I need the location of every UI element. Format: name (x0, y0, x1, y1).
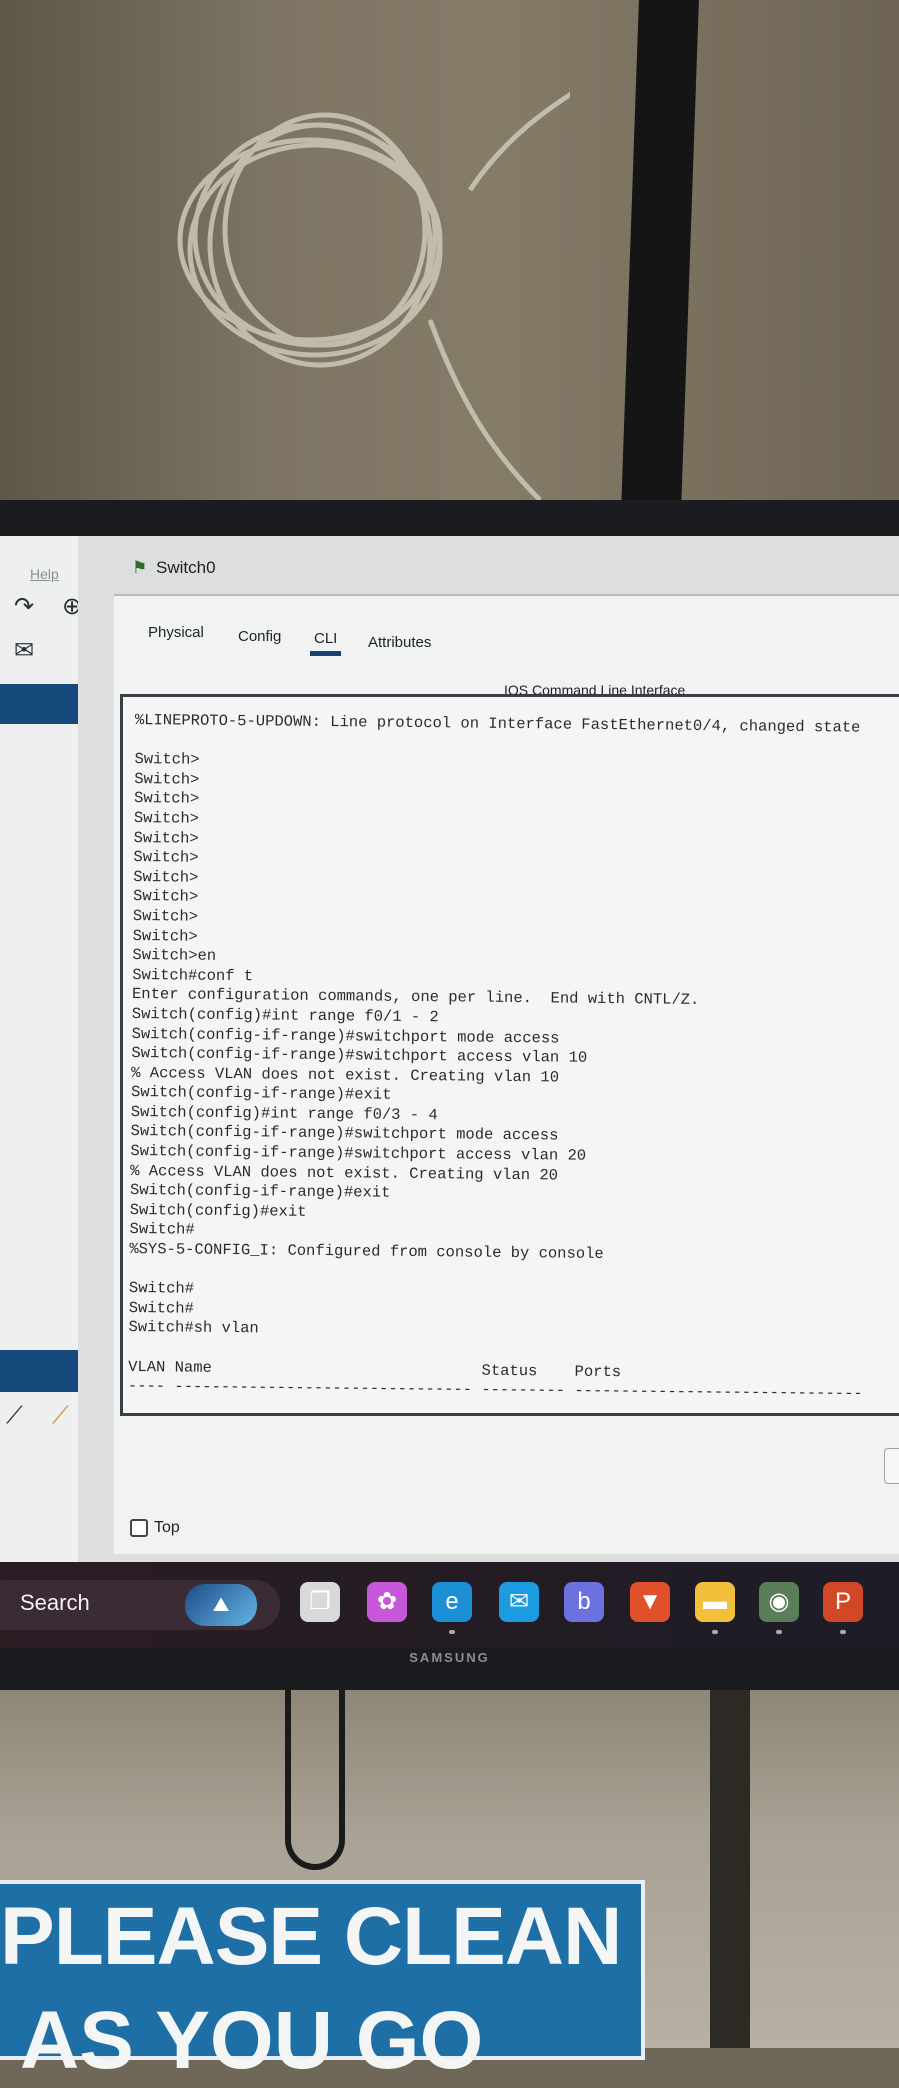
wall-background (0, 0, 899, 510)
taskbar-app-brave[interactable]: ▼ (630, 1582, 670, 1622)
running-indicator (840, 1630, 846, 1634)
bing-icon: b (577, 1588, 591, 1615)
sign-line-2: AS YOU GO (20, 1995, 484, 2086)
file-explorer-icon: ▬ (703, 1588, 727, 1615)
tab-physical[interactable]: Physical (148, 624, 204, 641)
monitor-brand: SAMSUNG (409, 1650, 490, 1665)
copilot-icon: ✿ (376, 1588, 398, 1615)
open-envelope-icon[interactable]: ✉ (14, 636, 34, 665)
search-label: Search (20, 1590, 90, 1615)
monitor-screen: Help ↷ ⊕ ✉ ⟋ ⟋ ⚑ Switch0 Physical Config… (0, 536, 899, 1564)
top-checkbox[interactable]: Top (130, 1518, 180, 1538)
switch-icon: ⚑ (132, 558, 148, 577)
black-cable (621, 0, 699, 510)
running-indicator (449, 1630, 455, 1634)
tab-config[interactable]: Config (238, 628, 281, 645)
taskbar-app-copilot[interactable]: ✿ (367, 1582, 407, 1622)
packet-tracer-icon: ◉ (768, 1588, 790, 1615)
menu-help[interactable]: Help (30, 566, 59, 582)
dialog-body: Physical Config CLI Attributes IOS Comma… (114, 594, 899, 1554)
task-view-icon: ❐ (309, 1588, 331, 1615)
taskbar-app-mail[interactable]: ✉ (499, 1582, 539, 1622)
search-highlight-icon: ⛰ (185, 1584, 257, 1626)
switch0-dialog: ⚑ Switch0 Physical Config CLI Attributes… (78, 536, 899, 1564)
taskbar-search[interactable]: Search ⛰ (0, 1580, 280, 1630)
connection-icon[interactable]: ⟋ (6, 1402, 23, 1430)
running-indicator (776, 1630, 782, 1634)
dialog-title: Switch0 (156, 558, 216, 577)
taskbar-app-powerpoint[interactable]: P (823, 1582, 863, 1634)
running-indicator (712, 1630, 718, 1634)
hanging-cable (285, 1690, 345, 1870)
powerpoint-icon: P (834, 1588, 851, 1615)
top-checkbox-label: Top (154, 1519, 180, 1536)
coiled-cable (177, 91, 570, 502)
edge-icon: e (445, 1588, 459, 1615)
copy-button[interactable]: Co (884, 1448, 899, 1484)
redo-icon[interactable]: ↷ (14, 592, 34, 621)
tab-cli[interactable]: CLI (309, 630, 342, 656)
taskbar-app-edge[interactable]: e (432, 1582, 472, 1634)
taskbar: Search ⛰ ❐ ✿ e ✉ b ▼ ▬ ◉ P (0, 1562, 899, 1648)
taskbar-app-packet-tracer[interactable]: ◉ (759, 1582, 799, 1634)
sign-line-1: PLEASE CLEAN (0, 1891, 622, 1982)
taskbar-app-bing[interactable]: b (564, 1582, 604, 1622)
cleaning-sign: PLEASE CLEAN AS YOU GO (0, 1880, 645, 2086)
cable-icon[interactable]: ⟋ (52, 1402, 69, 1430)
checkbox-box[interactable] (130, 1519, 148, 1537)
taskbar-app-file-explorer[interactable]: ▬ (695, 1582, 735, 1634)
brave-icon: ▼ (638, 1588, 662, 1615)
cli-output: %LINEPROTO-5-UPDOWN: Line protocol on In… (128, 711, 870, 1404)
taskbar-app-task-view[interactable]: ❐ (300, 1582, 340, 1622)
mail-icon: ✉ (508, 1588, 530, 1615)
cli-console[interactable]: %LINEPROTO-5-UPDOWN: Line protocol on In… (120, 694, 899, 1416)
tab-attributes[interactable]: Attributes (368, 634, 431, 651)
pipe (710, 1690, 750, 2048)
